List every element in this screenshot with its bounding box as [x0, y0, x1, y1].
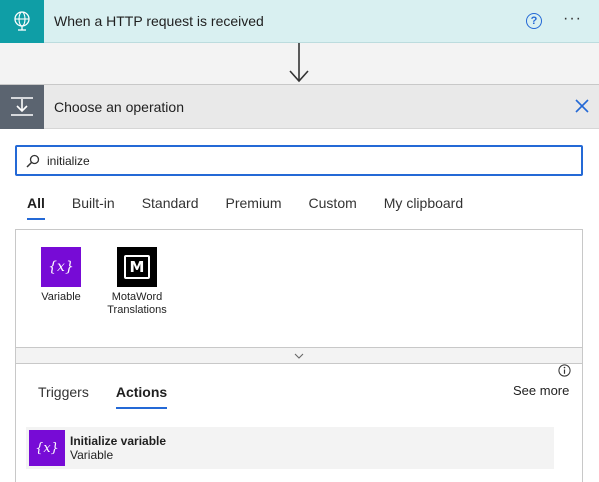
tab-all[interactable]: All — [27, 195, 45, 220]
connector-label: MotaWord Translations — [107, 291, 167, 316]
connector-label: Variable — [41, 291, 81, 303]
action-title: Initialize variable — [70, 434, 167, 448]
search-input[interactable] — [47, 153, 547, 168]
motaword-glyph: M — [129, 258, 145, 276]
see-more-link[interactable]: See more — [513, 383, 569, 398]
help-glyph: ? — [530, 15, 538, 27]
tab-custom[interactable]: Custom — [309, 195, 357, 220]
action-text: Initialize variable Variable — [70, 434, 166, 462]
operation-icon-box — [0, 84, 44, 129]
tab-premium[interactable]: Premium — [226, 195, 282, 220]
motaword-frame: M — [124, 255, 150, 279]
tab-my-clipboard[interactable]: My clipboard — [384, 195, 463, 220]
filter-tabs: All Built-in Standard Premium Custom My … — [27, 195, 490, 220]
variable-icon: {x} — [29, 430, 65, 466]
help-icon[interactable]: ? — [526, 13, 542, 29]
choose-operation-card: Choose an operation All Built-in Standar… — [0, 84, 599, 482]
operation-header: Choose an operation — [0, 84, 599, 129]
close-icon[interactable] — [574, 98, 590, 114]
actions-panel: Triggers Actions See more {x} Initialize… — [15, 364, 583, 482]
action-type-tabs: Triggers Actions — [38, 384, 194, 409]
action-subtitle: Variable — [70, 448, 114, 462]
more-options-icon[interactable]: ··· — [563, 10, 582, 28]
chevron-down-icon — [294, 353, 304, 359]
trigger-icon-box — [0, 0, 44, 43]
connector-motaword[interactable]: M MotaWord Translations — [102, 247, 172, 317]
action-initialize-variable[interactable]: {x} Initialize variable Variable — [26, 427, 554, 469]
download-tray-icon — [11, 96, 33, 116]
trigger-card[interactable]: When a HTTP request is received ? ··· — [0, 0, 599, 43]
tab-standard[interactable]: Standard — [142, 195, 199, 220]
tab-built-in[interactable]: Built-in — [72, 195, 115, 220]
expand-connectors-button[interactable] — [15, 347, 583, 364]
trigger-title: When a HTTP request is received — [54, 13, 264, 29]
connectors-panel: {x} Variable M MotaWord Translations — [15, 229, 583, 365]
tab-actions[interactable]: Actions — [115, 384, 168, 409]
operation-title: Choose an operation — [54, 98, 184, 115]
motaword-icon: M — [117, 247, 157, 287]
down-arrow-icon — [289, 43, 309, 83]
tab-triggers[interactable]: Triggers — [38, 384, 89, 409]
info-icon[interactable] — [558, 364, 571, 377]
variable-icon: {x} — [41, 247, 81, 287]
globe-icon — [14, 11, 30, 31]
search-icon — [26, 154, 40, 168]
search-box[interactable] — [15, 145, 583, 176]
connector-variable[interactable]: {x} Variable — [26, 247, 96, 304]
variable-glyph: {x} — [48, 259, 74, 275]
variable-glyph: {x} — [35, 440, 59, 456]
